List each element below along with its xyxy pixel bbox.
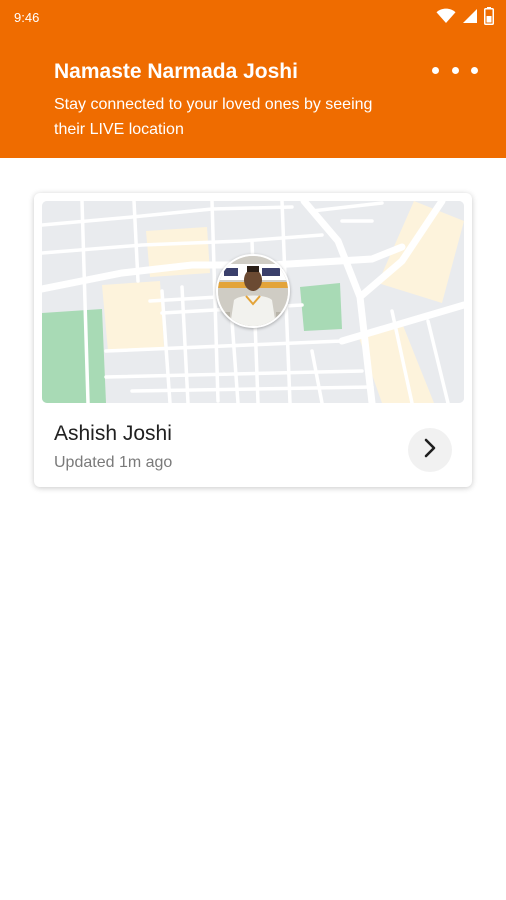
contact-avatar (216, 254, 290, 328)
contact-updated-time: Updated 1m ago (54, 454, 173, 471)
contact-name: Ashish Joshi (54, 422, 172, 445)
status-bar: 9:46 (0, 0, 506, 34)
status-time: 9:46 (14, 10, 40, 25)
signal-icon (462, 8, 478, 24)
more-dots-icon (451, 66, 459, 74)
more-dots-icon (471, 66, 478, 74)
greeting-title: Namaste Narmada Joshi (54, 60, 298, 83)
contact-location-card[interactable]: Ashish Joshi Updated 1m ago (34, 193, 472, 487)
wifi-icon (436, 8, 456, 24)
avatar-photo (218, 256, 288, 326)
header-subtitle: Stay connected to your loved ones by see… (54, 96, 373, 138)
open-contact-button[interactable] (408, 428, 452, 472)
app-screen: 9:46 Namaste Narmada Joshi Stay connecte… (0, 0, 506, 900)
more-options-button[interactable] (432, 58, 478, 82)
battery-icon (484, 7, 494, 25)
chevron-right-icon (423, 438, 437, 463)
status-icons (436, 7, 494, 25)
app-header: 9:46 Namaste Narmada Joshi Stay connecte… (0, 0, 506, 158)
more-dots-icon (432, 66, 439, 74)
location-map (42, 201, 464, 403)
